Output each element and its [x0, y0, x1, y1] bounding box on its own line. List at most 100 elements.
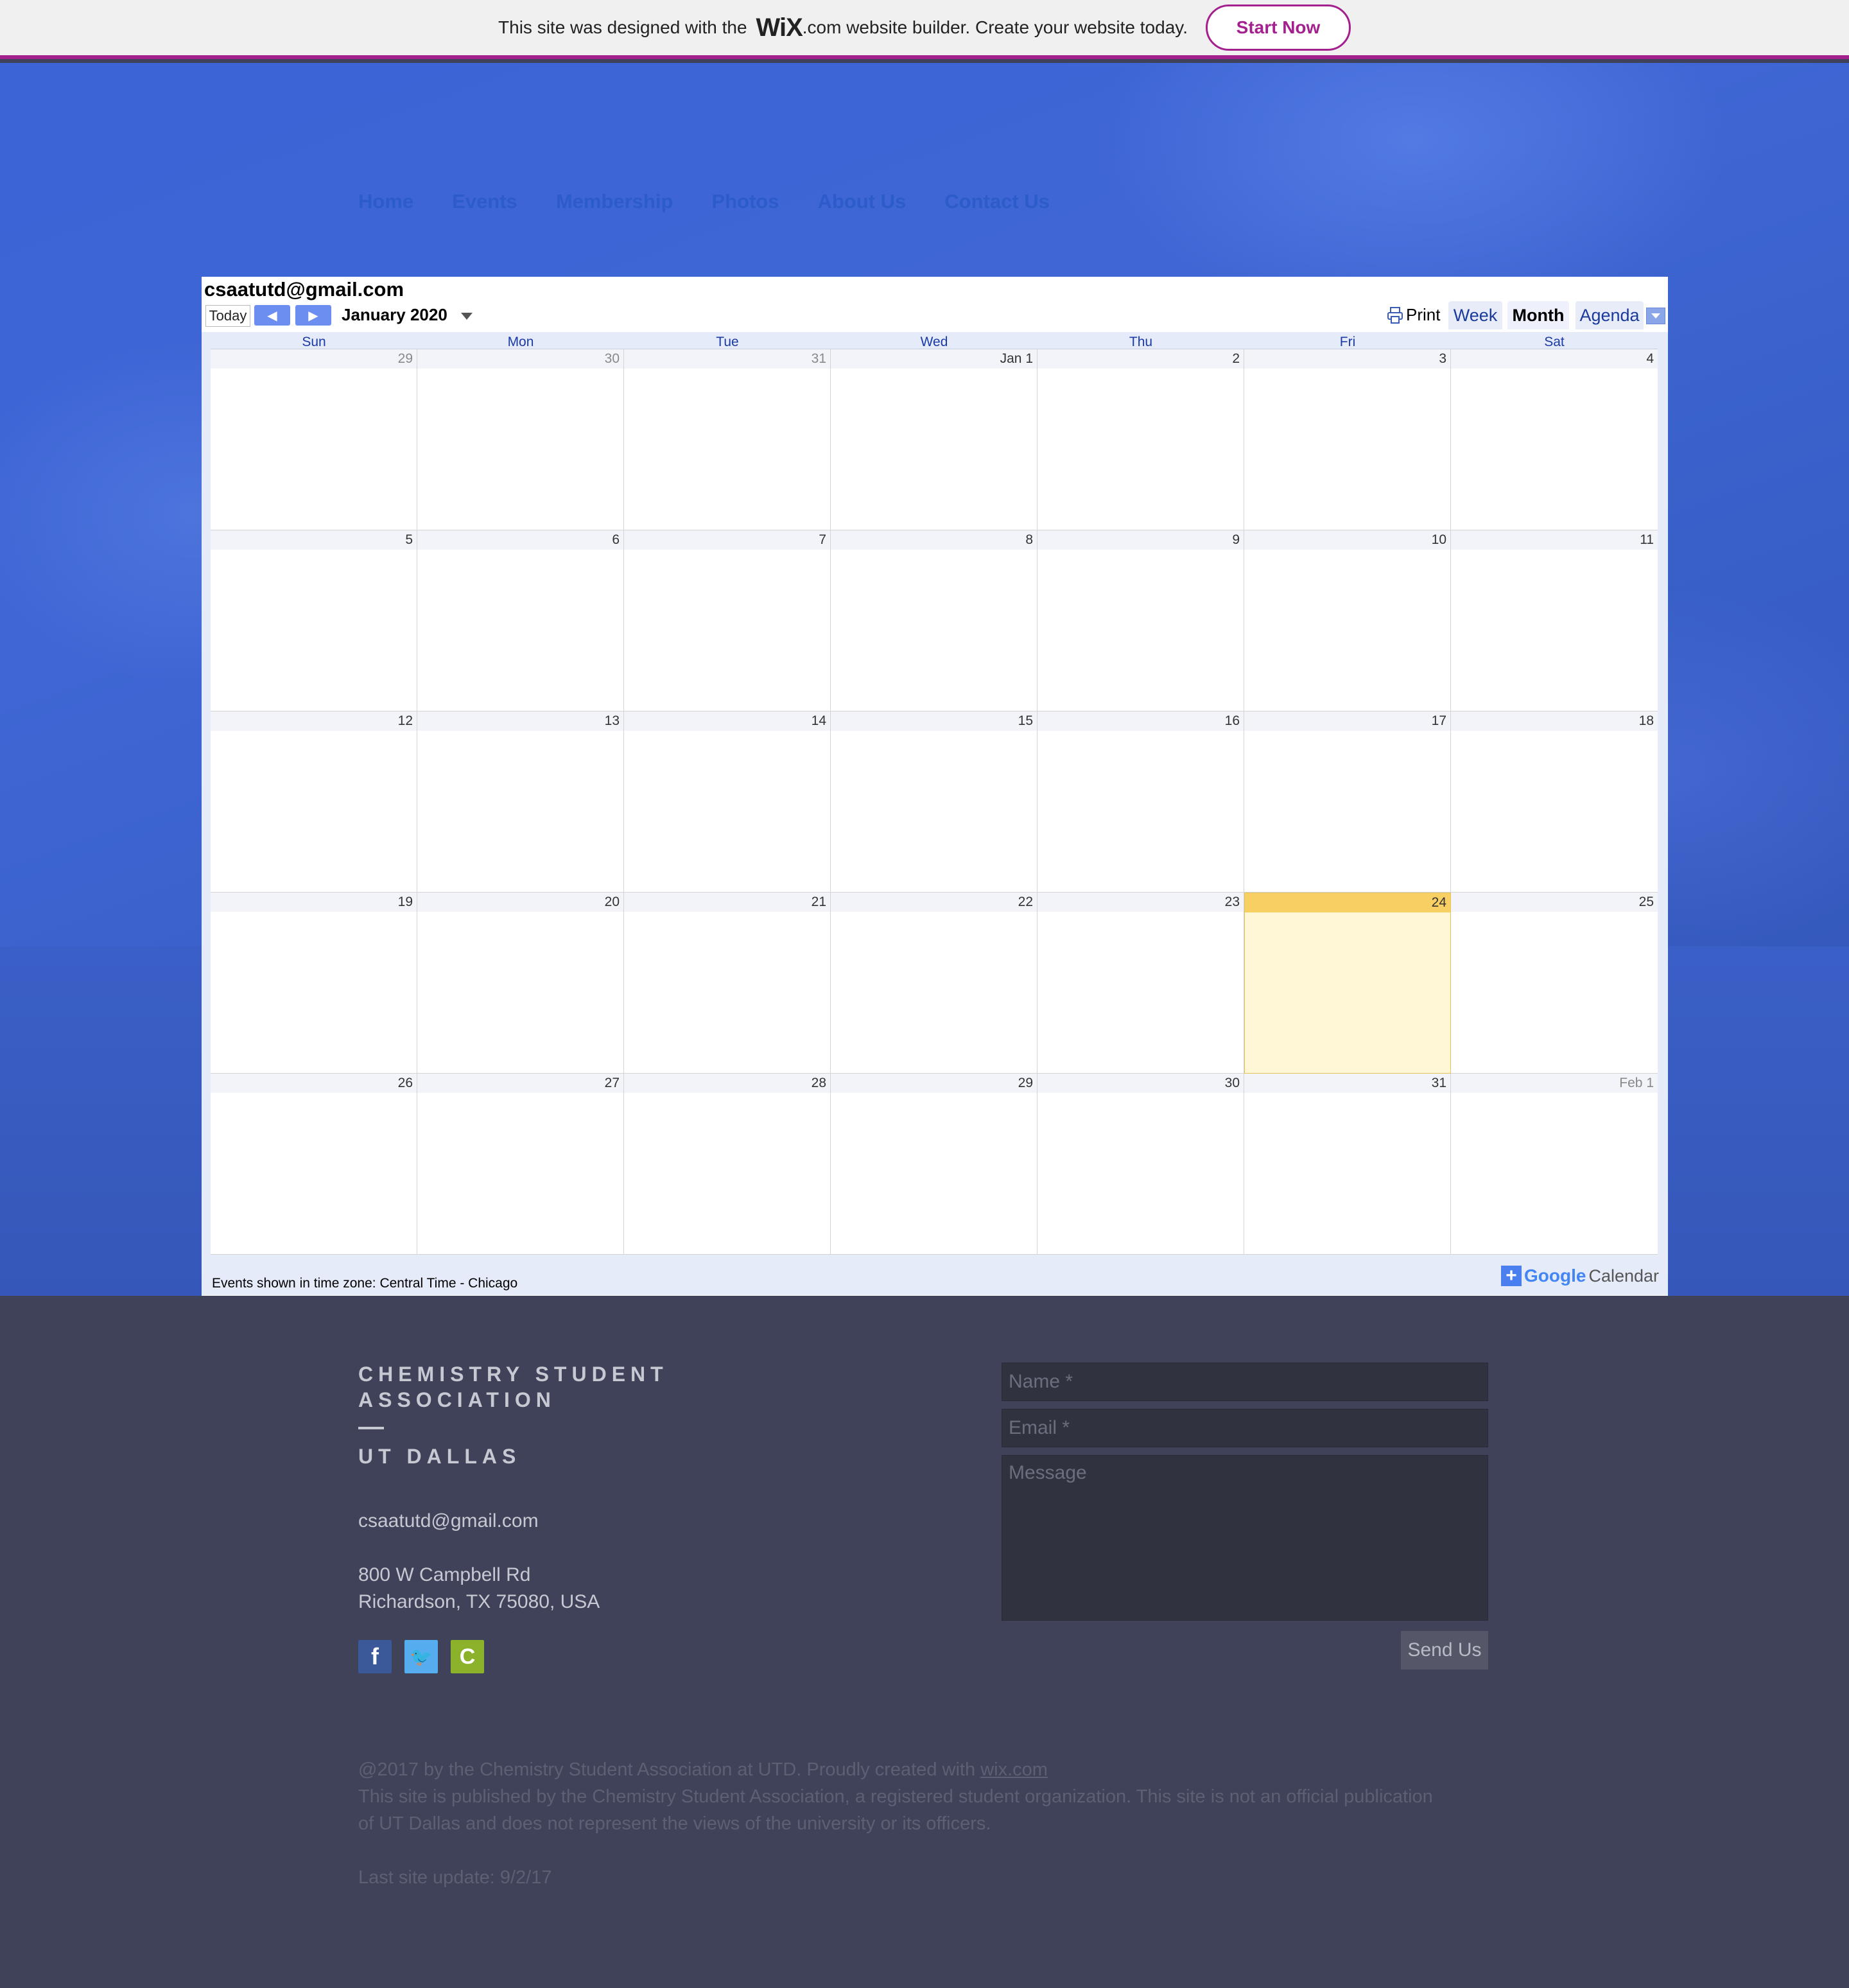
name-field[interactable] — [1002, 1363, 1488, 1401]
day-cell[interactable]: 30 — [417, 349, 624, 530]
day-cell[interactable]: 8 — [831, 530, 1037, 711]
send-button[interactable]: Send Us — [1401, 1631, 1488, 1670]
day-number: 25 — [1451, 893, 1658, 912]
prev-month-button[interactable]: ◀ — [254, 305, 290, 326]
day-number: 5 — [211, 530, 417, 550]
day-number: 2 — [1037, 349, 1244, 369]
view-options-dropdown[interactable] — [1646, 308, 1665, 324]
google-logo: Google — [1524, 1266, 1586, 1286]
day-cell[interactable]: 20 — [417, 893, 624, 1074]
day-number: 4 — [1451, 349, 1658, 369]
nav-home[interactable]: Home — [358, 190, 413, 213]
copyright-text: @2017 by the Chemistry Student Associati… — [358, 1759, 981, 1780]
dow-wed: Wed — [920, 335, 948, 349]
day-cell[interactable]: 14 — [624, 711, 831, 893]
printer-icon — [1387, 306, 1403, 324]
day-cell[interactable]: 11 — [1451, 530, 1658, 711]
day-cell[interactable]: 29 — [211, 349, 417, 530]
today-button[interactable]: Today — [205, 305, 250, 327]
org-name-line2: ASSOCIATION — [358, 1388, 556, 1411]
day-cell[interactable]: 30 — [1037, 1074, 1244, 1255]
chevron-left-icon: ◀ — [267, 308, 277, 323]
day-cell[interactable]: 13 — [417, 711, 624, 893]
day-number: 31 — [624, 349, 830, 369]
day-cell[interactable]: 26 — [211, 1074, 417, 1255]
wix-logo: WiX — [756, 13, 803, 42]
day-number: 24 — [1245, 893, 1450, 912]
email-field[interactable] — [1002, 1409, 1488, 1447]
day-cell[interactable]: 29 — [831, 1074, 1037, 1255]
dow-sat: Sat — [1544, 335, 1565, 349]
day-number: 10 — [1244, 530, 1450, 550]
start-now-button[interactable]: Start Now — [1205, 4, 1351, 51]
month-title: January 2020 — [342, 305, 447, 324]
day-cell[interactable]: 31 — [1244, 1074, 1451, 1255]
day-number: 7 — [624, 530, 830, 550]
day-cell[interactable]: 6 — [417, 530, 624, 711]
day-cell[interactable]: 3 — [1244, 349, 1451, 530]
day-cell[interactable]: 22 — [831, 893, 1037, 1074]
tab-agenda[interactable]: Agenda — [1576, 301, 1644, 329]
nav-membership[interactable]: Membership — [556, 190, 673, 213]
tab-month[interactable]: Month — [1507, 301, 1569, 329]
facebook-icon[interactable]: f — [358, 1640, 392, 1673]
chevron-right-icon: ▶ — [308, 308, 318, 323]
day-number: 11 — [1451, 530, 1658, 550]
day-cell[interactable]: Jan 1 — [831, 349, 1037, 530]
day-cell[interactable]: 21 — [624, 893, 831, 1074]
tab-week[interactable]: Week — [1448, 301, 1502, 329]
last-update: Last site update: 9/2/17 — [358, 1867, 552, 1888]
twitter-icon[interactable]: 🐦 — [404, 1640, 438, 1673]
day-cell[interactable]: 16 — [1037, 711, 1244, 893]
day-cell[interactable]: 31 — [624, 349, 831, 530]
day-number: 22 — [831, 893, 1037, 912]
divider — [358, 1427, 384, 1429]
calendar-owner: csaatutd@gmail.com — [204, 278, 404, 301]
day-cell[interactable]: 9 — [1037, 530, 1244, 711]
next-month-button[interactable]: ▶ — [295, 305, 331, 326]
nav-events[interactable]: Events — [452, 190, 517, 213]
day-cell[interactable]: 23 — [1037, 893, 1244, 1074]
day-cell[interactable]: 5 — [211, 530, 417, 711]
day-cell[interactable]: 17 — [1244, 711, 1451, 893]
day-number: 20 — [417, 893, 623, 912]
disclaimer-line2: of UT Dallas and does not represent the … — [358, 1813, 991, 1834]
day-cell[interactable]: 28 — [624, 1074, 831, 1255]
calendar-wordmark: Calendar — [1588, 1266, 1660, 1286]
month-grid: 29 30 31 Jan 1 2 3 4 5 6 7 8 9 10 11 12 13 14 15 16 17 18 19 2… — [211, 349, 1658, 1255]
message-field[interactable] — [1002, 1455, 1488, 1621]
nav-photos[interactable]: Photos — [711, 190, 779, 213]
plus-icon: + — [1501, 1266, 1522, 1286]
address-line1: 800 W Campbell Rd — [358, 1564, 531, 1585]
day-cell[interactable]: 12 — [211, 711, 417, 893]
nav-about-us[interactable]: About Us — [817, 190, 906, 213]
day-number: 17 — [1244, 711, 1450, 731]
day-of-week-header: Sun Mon Tue Wed Thu Fri Sat — [211, 335, 1658, 349]
print-button[interactable]: Print — [1387, 305, 1440, 325]
chemistry-icon[interactable]: C — [451, 1640, 484, 1673]
day-cell[interactable]: 27 — [417, 1074, 624, 1255]
day-cell[interactable]: 10 — [1244, 530, 1451, 711]
day-cell[interactable]: 25 — [1451, 893, 1658, 1074]
dow-thu: Thu — [1129, 335, 1153, 349]
address-line2: Richardson, TX 75080, USA — [358, 1591, 600, 1612]
day-number: 29 — [831, 1074, 1037, 1093]
day-number: 13 — [417, 711, 623, 731]
day-cell[interactable]: 2 — [1037, 349, 1244, 530]
day-number: 19 — [211, 893, 417, 912]
month-picker-dropdown-icon[interactable] — [461, 313, 473, 320]
day-cell[interactable]: 18 — [1451, 711, 1658, 893]
day-cell[interactable]: Feb 1 — [1451, 1074, 1658, 1255]
day-cell[interactable]: 15 — [831, 711, 1037, 893]
day-cell[interactable]: 24 — [1244, 893, 1451, 1074]
day-cell[interactable]: 7 — [624, 530, 831, 711]
google-calendar-badge[interactable]: + Google Calendar — [1501, 1264, 1659, 1287]
wix-link[interactable]: wix.com — [980, 1759, 1048, 1780]
day-cell[interactable]: 19 — [211, 893, 417, 1074]
contact-email[interactable]: csaatutd@gmail.com — [358, 1510, 539, 1532]
dow-mon: Mon — [507, 335, 534, 349]
dow-tue: Tue — [716, 335, 739, 349]
nav-contact-us[interactable]: Contact Us — [944, 190, 1050, 213]
timezone-note: Events shown in time zone: Central Time … — [212, 1276, 518, 1291]
day-cell[interactable]: 4 — [1451, 349, 1658, 530]
